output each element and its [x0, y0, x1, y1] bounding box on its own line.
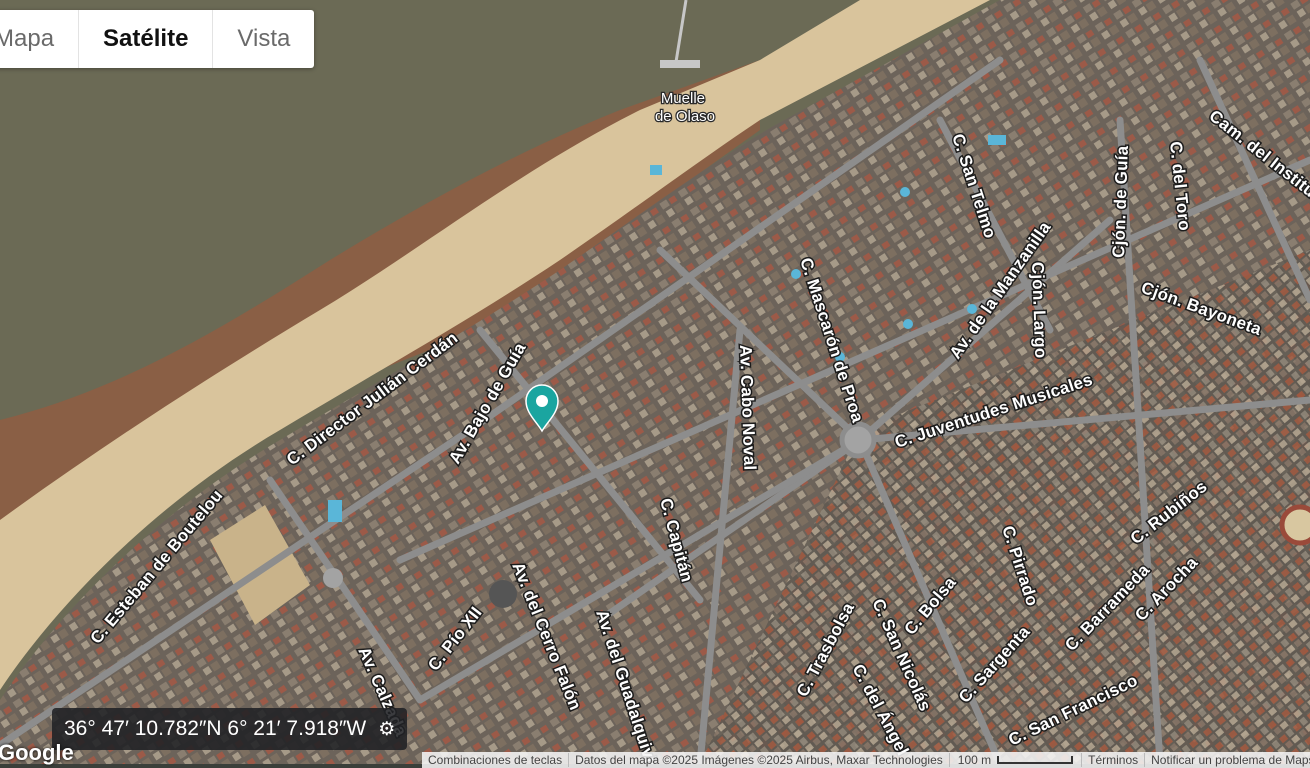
scale-label: 100 m	[957, 753, 992, 767]
street-label: Cjón. Largo	[1028, 261, 1050, 358]
gear-icon[interactable]: ⚙	[378, 718, 395, 741]
map-type-satelite-button[interactable]: Satélite	[79, 10, 214, 68]
bullring	[1279, 504, 1310, 546]
scale-bar	[997, 756, 1074, 764]
poi-line-1: Muelle	[661, 90, 705, 107]
map-data-attribution: Datos del mapa ©2025 Imágenes ©2025 Airb…	[569, 753, 950, 767]
google-logo: Google	[0, 740, 74, 765]
keyboard-shortcuts-link[interactable]: Combinaciones de teclas	[422, 753, 570, 767]
map-type-vista-button[interactable]: Vista	[213, 10, 314, 68]
poi-line-2: de Olaso	[655, 108, 715, 125]
terms-link[interactable]: Términos	[1082, 753, 1146, 767]
scale-control[interactable]: 100 m	[950, 753, 1083, 767]
map-footer: Combinaciones de teclas Datos del mapa ©…	[422, 752, 1310, 768]
report-problem-link[interactable]: Notificar un problema de Maps	[1145, 753, 1310, 767]
roundabout	[839, 421, 877, 459]
map-type-mapa-button[interactable]: Mapa	[0, 10, 80, 68]
street-label: Cjón. de Guía	[1109, 145, 1132, 258]
roundabout	[489, 580, 517, 608]
poi-muelle-de-olaso[interactable]: Muelle de Olaso	[654, 89, 717, 127]
coordinates-readout[interactable]: 36° 47′ 10.782″N 6° 21′ 7.918″W ⚙	[52, 708, 408, 750]
coordinates-text: 36° 47′ 10.782″N 6° 21′ 7.918″W	[64, 717, 367, 740]
satellite-map[interactable]: Muelle de Olaso C. Director Julián Cerdá…	[0, 0, 1310, 764]
map-type-switcher: Mapa Satélite Vista	[0, 10, 315, 68]
roundabout	[323, 568, 343, 588]
pier	[660, 60, 700, 68]
